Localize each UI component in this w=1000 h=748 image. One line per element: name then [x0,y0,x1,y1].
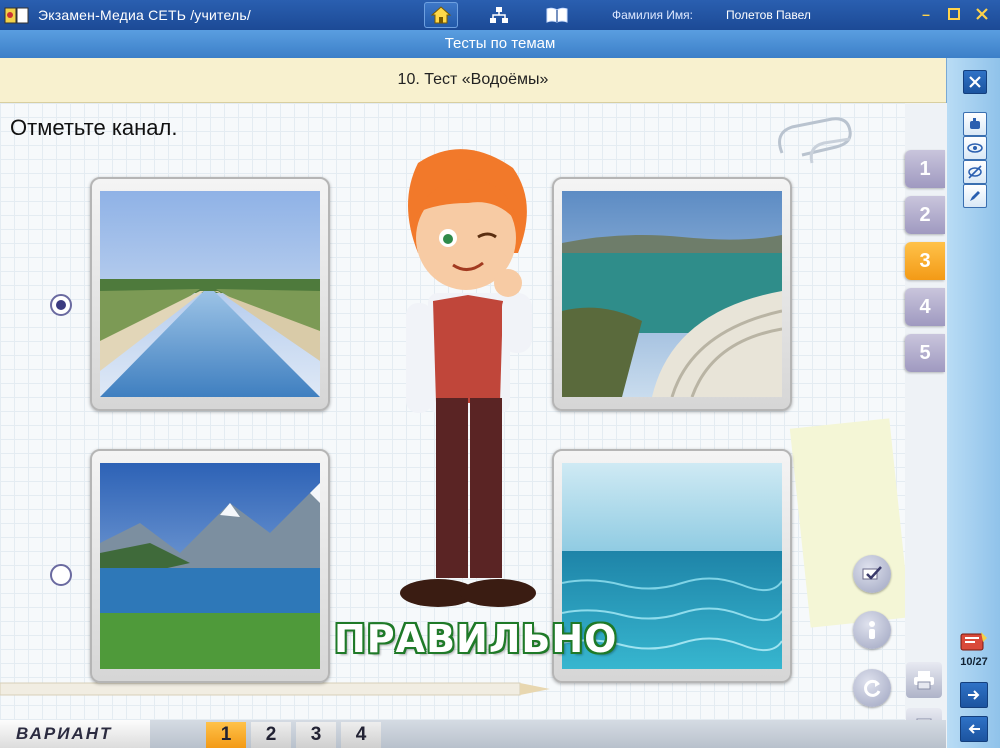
close-icon [976,8,988,20]
maximize-button[interactable] [946,6,962,22]
tool-button-view[interactable] [963,136,987,160]
checkmark-icon [862,566,882,580]
hand-icon [970,118,980,129]
pencil-icon [970,191,980,201]
answer-radio-1[interactable] [50,294,72,316]
arrow-right-icon [968,690,980,700]
variant-bar: ВАРИАНТ 1 2 3 4 [0,720,946,748]
hint-button[interactable] [853,611,891,649]
library-button[interactable] [540,2,574,28]
close-test-button[interactable] [963,70,987,94]
crossed-out-icon [968,165,982,179]
tree-icon [490,7,508,23]
tool-button-hide[interactable] [963,160,987,184]
structure-button[interactable] [482,2,516,28]
answer-image-2[interactable] [552,177,792,411]
back-button[interactable] [960,716,988,742]
next-button[interactable] [960,682,988,708]
user-label: Фамилия Имя: [612,8,693,22]
feedback-correct: ПРАВИЛЬНО [334,617,618,661]
question-tab-2[interactable]: 2 [905,196,945,234]
user-name: Полетов Павел [726,8,811,22]
test-title: 10. Тест «Водоёмы» [0,58,946,103]
variant-tab-3[interactable]: 3 [296,722,336,748]
answer-image-3[interactable] [90,449,330,683]
paper-sheet-decoration [789,418,905,628]
minimize-button[interactable]: – [918,6,934,22]
variant-tab-4[interactable]: 4 [341,722,381,748]
section-header: Тесты по темам [0,30,1000,58]
close-window-button[interactable] [974,6,990,22]
reset-button[interactable] [853,669,891,707]
print-button[interactable] [906,662,942,698]
report-icon[interactable] [959,630,989,654]
window-title: Экзамен-Медиа СЕТЬ /учитель/ [38,7,251,23]
right-tool-panel: 10/27 [946,58,1000,748]
window-titlebar: Экзамен-Медиа СЕТЬ /учитель/ Фамилия Имя… [0,0,1000,30]
open-book-icon [546,7,568,23]
home-icon [430,6,452,24]
question-area: Отметьте канал. ПРАВИЛЬНО [0,103,905,720]
info-icon [869,621,875,639]
tool-button-pointer[interactable] [963,112,987,136]
paperclip-icon [778,117,852,164]
answer-image-1[interactable] [90,177,330,411]
printer-icon [914,671,934,690]
book-icon [4,7,29,24]
maximize-icon [948,8,960,20]
question-tab-5[interactable]: 5 [905,334,945,372]
mountain-lake-photo [100,463,320,669]
home-button[interactable] [424,2,458,28]
refresh-icon [864,679,881,697]
answer-radio-3[interactable] [50,564,72,586]
question-tab-3[interactable]: 3 [905,242,945,280]
boy-character-illustration [400,149,536,607]
variant-label: ВАРИАНТ [0,720,150,748]
question-text: Отметьте канал. [10,115,178,140]
variant-tab-2[interactable]: 2 [251,722,291,748]
check-answer-button[interactable] [853,555,891,593]
question-tab-1[interactable]: 1 [905,150,945,188]
question-counter: 10/27 [960,656,988,668]
question-tab-4[interactable]: 4 [905,288,945,326]
eye-icon [967,143,983,153]
tool-button-pen[interactable] [963,184,987,208]
dam-reservoir-photo [562,191,782,397]
minimize-icon: – [922,6,930,22]
close-icon [969,76,981,88]
arrow-left-icon [968,724,980,734]
canal-photo [100,191,320,397]
variant-tab-1[interactable]: 1 [206,722,246,748]
